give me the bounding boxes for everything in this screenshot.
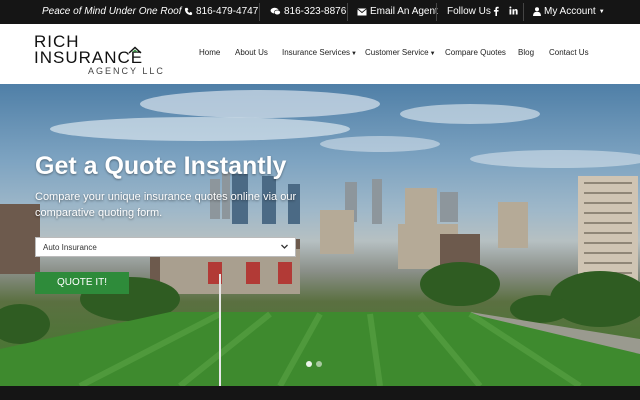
insurance-type-select[interactable]: Auto Insurance [35, 237, 296, 257]
hero-title: Get a Quote Instantly [35, 152, 287, 180]
user-icon [533, 7, 541, 16]
facebook-icon [493, 6, 499, 16]
nav-compare-quotes[interactable]: Compare Quotes [445, 48, 506, 57]
nav-customer-service-label: Customer Service [365, 48, 429, 57]
quote-it-button[interactable]: QUOTE IT! [35, 272, 129, 294]
carousel-dot-2[interactable] [316, 361, 322, 367]
linkedin-link[interactable] [509, 6, 518, 15]
bottom-strip [0, 386, 640, 400]
phone-icon [184, 7, 193, 16]
logo-line-3: AGENCY LLC [88, 66, 165, 76]
nav-customer-service[interactable]: Customer Service▼ [365, 48, 436, 57]
city-skyline-photo [0, 172, 640, 386]
envelope-icon [357, 7, 367, 15]
hero-banner: Get a Quote Instantly Compare your uniqu… [0, 84, 640, 386]
linkedin-icon [509, 6, 518, 15]
tagline: Peace of Mind Under One Roof [42, 6, 182, 17]
mobile-icon [270, 7, 281, 16]
nav-contact-us[interactable]: Contact Us [549, 48, 589, 57]
site-header: RICH INSURANCE AGENCY LLC Home About Us … [0, 24, 640, 84]
divider [436, 3, 437, 21]
top-bar: Peace of Mind Under One Roof 816-479-474… [0, 0, 640, 24]
phone-number-2: 816-323-8876 [284, 6, 347, 17]
insurance-type-value: Auto Insurance [43, 243, 97, 252]
follow-us-label: Follow Us [447, 6, 491, 17]
divider [259, 3, 260, 21]
main-nav: Home About Us Insurance Services▼ Custom… [0, 48, 640, 62]
divider [347, 3, 348, 21]
facebook-link[interactable] [493, 6, 499, 16]
nav-home[interactable]: Home [199, 48, 220, 57]
nav-insurance-services[interactable]: Insurance Services▼ [282, 48, 357, 57]
email-agent-label: Email An Agent [370, 6, 438, 17]
carousel-dot-1[interactable] [306, 361, 312, 367]
chevron-down-icon: ▼ [598, 8, 605, 15]
phone-number-1: 816-479-4747 [196, 6, 259, 17]
phone-link-2[interactable]: 816-323-8876 [270, 6, 346, 17]
nav-blog[interactable]: Blog [518, 48, 534, 57]
chevron-down-icon: ▼ [429, 51, 436, 57]
my-account-menu[interactable]: My Account ▼ [533, 6, 605, 17]
email-agent-link[interactable]: Email An Agent [357, 6, 438, 17]
chevron-down-icon: ▼ [351, 51, 357, 57]
nav-about-us[interactable]: About Us [235, 48, 268, 57]
hero-subtitle: Compare your unique insurance quotes onl… [35, 191, 297, 219]
nav-insurance-services-label: Insurance Services [282, 48, 351, 57]
my-account-label: My Account [544, 6, 596, 17]
phone-link-1[interactable]: 816-479-4747 [184, 6, 258, 17]
divider [523, 3, 524, 21]
carousel-dots [306, 361, 322, 367]
chevron-down-icon [281, 244, 288, 249]
